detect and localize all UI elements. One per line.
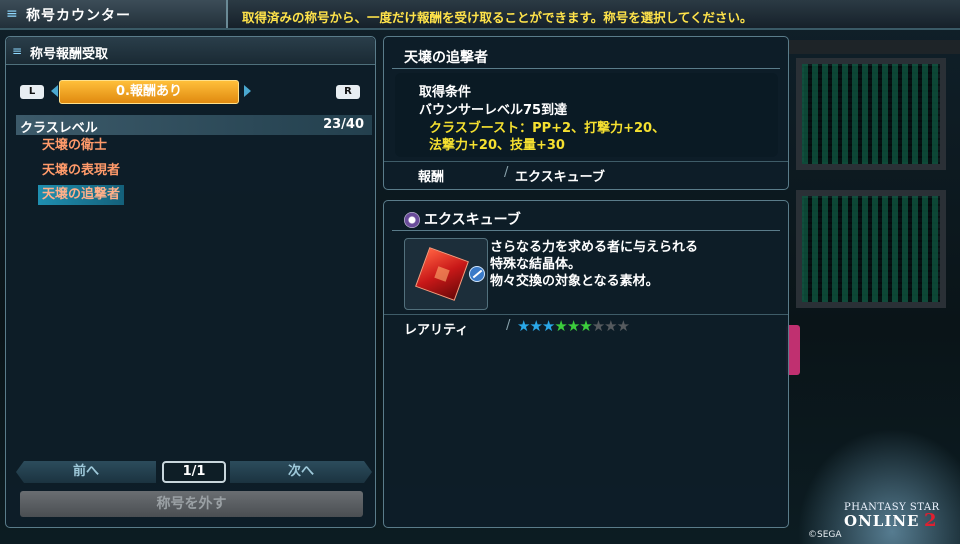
l-shoulder-button[interactable]: L	[20, 85, 44, 99]
title-list-item-selected[interactable]: 天壌の追撃者	[38, 185, 125, 205]
detail-header: 天壌の追撃者	[392, 47, 780, 69]
rarity-star-filled-icon: ★	[554, 317, 567, 335]
wall-beam	[786, 40, 960, 54]
rarity-separator: /	[506, 318, 511, 333]
not-tradeable-icon	[469, 266, 485, 282]
rarity-star-filled-icon: ★	[566, 317, 580, 335]
reward-value: エクスキューブ	[515, 170, 605, 185]
item-description: さらなる力を求める者に与えられる 特殊な結晶体。 物々交換の対象となる素材。	[490, 239, 698, 290]
menu-icon: ≡	[12, 44, 23, 58]
rarity-stars: ★★★★★★★★★	[517, 317, 630, 335]
title-reward-panel: ≡ 称号報酬受取 L 0.報酬あり R クラスレベル 23/40 天壌の衛士 天…	[5, 36, 376, 528]
rarity-star-filled-icon: ★	[517, 317, 530, 335]
window-title-area: ≡ 称号カウンター	[0, 0, 228, 28]
title-list-item[interactable]: 天壌の衛士	[38, 136, 111, 156]
rarity-star-empty-icon: ★	[604, 317, 617, 335]
panel-title: 称号報酬受取	[30, 47, 109, 62]
rarity-star-empty-icon: ★	[591, 317, 605, 335]
rarity-star-filled-icon: ★	[529, 317, 542, 335]
instruction-text: 取得済みの称号から、一度だけ報酬を受け取ることができます。称号を選択してください…	[242, 10, 753, 25]
rarity-star-empty-icon: ★	[616, 317, 630, 335]
condition-box: 取得条件 バウンサーレベル75到達 クラスブースト：PP+2、打撃力+20、 法…	[395, 73, 778, 157]
detail-title: 天壌の追撃者	[404, 50, 488, 66]
copyright: ©SEGA	[808, 530, 842, 540]
rarity-row: レアリティ / ★★★★★★★★★	[384, 314, 788, 340]
condition-label: 取得条件	[419, 85, 472, 100]
panel-header: ≡ 称号報酬受取	[6, 37, 375, 65]
next-page-button[interactable]: 次へ	[230, 461, 372, 483]
tab-prev-arrow-icon[interactable]	[51, 85, 58, 97]
window-title: 称号カウンター	[26, 8, 131, 24]
rarity-star-filled-icon: ★	[579, 317, 592, 335]
condition-value: バウンサーレベル75到達	[419, 103, 568, 118]
r-shoulder-button[interactable]: R	[336, 85, 360, 99]
pager: 前へ 1/1 次へ	[16, 461, 372, 483]
reward-label: 報酬	[418, 170, 445, 185]
background-monitor	[796, 58, 946, 170]
title-list-item[interactable]: 天壌の表現者	[38, 161, 124, 181]
tab-reward-available[interactable]: 0.報酬あり	[59, 80, 239, 104]
category-count: 23/40	[323, 117, 364, 132]
prev-page-button[interactable]: 前へ	[16, 461, 156, 483]
category-name: クラスレベル	[20, 121, 98, 136]
category-row[interactable]: クラスレベル 23/40	[16, 115, 372, 136]
reward-separator: /	[504, 165, 509, 180]
reward-row: 報酬 / エクスキューブ	[384, 161, 788, 187]
item-info-panel: エクスキューブ さらなる力を求める者に与えられる 特殊な結晶体。 物々交換の対象…	[383, 200, 789, 528]
item-header: エクスキューブ	[392, 209, 780, 231]
item-thumbnail	[404, 238, 488, 310]
title-detail-panel: 天壌の追撃者 取得条件 バウンサーレベル75到達 クラスブースト：PP+2、打撃…	[383, 36, 789, 190]
game-logo: PHANTASY STAR ONLINE 2	[838, 500, 958, 544]
remove-title-button[interactable]: 称号を外す	[20, 491, 363, 517]
item-description-line: 特殊な結晶体。	[490, 257, 582, 272]
item-category-icon	[404, 212, 420, 228]
background-monitor	[796, 190, 946, 308]
ex-cube-icon	[415, 247, 469, 301]
top-bar: ≡ 称号カウンター 取得済みの称号から、一度だけ報酬を受け取ることができます。称…	[0, 0, 960, 30]
item-description-line: さらなる力を求める者に与えられる	[490, 240, 699, 255]
item-description-line: 物々交換の対象となる素材。	[490, 274, 659, 289]
logo-line: ONLINE	[844, 512, 920, 530]
class-boost-line: 法撃力+20、技量+30	[429, 138, 565, 153]
rarity-label: レアリティ	[404, 323, 469, 338]
menu-icon: ≡	[6, 6, 18, 22]
tab-next-arrow-icon[interactable]	[244, 85, 251, 97]
logo-number: 2	[924, 510, 937, 531]
page-indicator: 1/1	[162, 461, 226, 483]
item-name: エクスキューブ	[424, 212, 521, 228]
rarity-star-filled-icon: ★	[541, 317, 555, 335]
